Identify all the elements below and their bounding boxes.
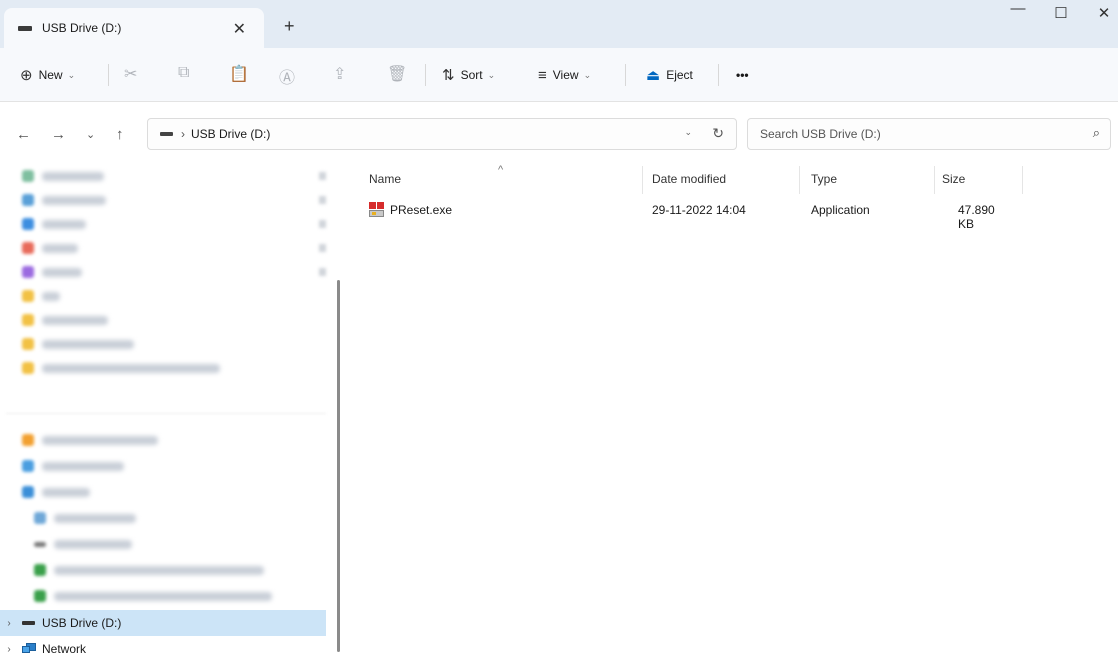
refresh-icon[interactable]: ↻ [712, 125, 724, 142]
blurred-tree-item[interactable] [34, 508, 324, 528]
divider [425, 64, 426, 86]
application-icon [369, 202, 385, 218]
divider [6, 413, 326, 414]
sidebar-item-label: USB Drive (D:) [42, 616, 122, 630]
blurred-quick-access-item[interactable] [22, 262, 326, 282]
up-arrow-icon[interactable]: ↑ [116, 126, 124, 143]
forward-arrow-icon[interactable]: → [51, 126, 66, 143]
paste-icon[interactable]: 📋 [229, 64, 249, 84]
tab-usb-drive[interactable]: USB Drive (D:) ✕ [4, 8, 264, 48]
network-icon [22, 643, 36, 655]
column-header-type[interactable]: Type [811, 172, 837, 186]
sidebar-item-usb-drive[interactable]: › USB Drive (D:) [0, 610, 326, 636]
blurred-quick-access-item[interactable] [22, 190, 326, 210]
address-row: ← → ⌄ ↑ › USB Drive (D:) ⌄ ↻ ⌕ [0, 102, 1118, 160]
share-icon[interactable]: ⇪ [333, 64, 346, 84]
column-divider[interactable] [642, 166, 643, 194]
file-date-modified: 29-11-2022 14:04 [652, 203, 746, 217]
expand-chevron-icon[interactable]: › [0, 618, 18, 629]
blurred-quick-access-item[interactable] [22, 238, 326, 258]
blurred-folder-item[interactable] [22, 358, 322, 378]
search-input[interactable] [748, 119, 1068, 149]
chevron-down-icon: ⌄ [67, 69, 76, 80]
sidebar-item-network[interactable]: › Network [0, 636, 86, 657]
divider [108, 64, 109, 86]
eject-label: Eject [666, 68, 693, 82]
breadcrumb-usb-drive[interactable]: USB Drive (D:) [191, 127, 270, 141]
back-arrow-icon[interactable]: ← [16, 126, 31, 143]
blurred-folder-item[interactable] [22, 286, 322, 306]
maximize-button[interactable]: ☐ [1041, 4, 1081, 22]
drive-icon [160, 132, 173, 136]
search-box[interactable]: ⌕ [747, 118, 1111, 150]
rename-icon[interactable]: Ⓐ [279, 64, 295, 88]
column-divider[interactable] [1022, 166, 1023, 194]
tab-title: USB Drive (D:) [42, 21, 122, 35]
chevron-down-icon[interactable]: ⌄ [684, 127, 692, 138]
sort-label: Sort [460, 68, 483, 82]
blurred-folder-item[interactable] [22, 310, 322, 330]
new-tab-button[interactable]: + [284, 16, 295, 37]
close-window-button[interactable]: ✕ [1084, 4, 1118, 22]
breadcrumb-separator: › [181, 127, 185, 141]
divider [718, 64, 719, 86]
plus-circle-icon: ⊕ [20, 67, 33, 84]
blurred-tree-item[interactable] [22, 456, 322, 476]
blurred-quick-access-item[interactable] [22, 214, 326, 234]
command-bar: ⊕ New ⌄ ✂ ⧉ 📋 Ⓐ ⇪ 🗑 ⇅ Sort ⌄ ≡ View ⌄ ⏏ … [0, 48, 1118, 102]
blurred-folder-item[interactable] [22, 334, 322, 354]
chevron-down-icon: ⌄ [583, 69, 592, 80]
column-header-date-modified[interactable]: Date modified [652, 172, 726, 186]
file-size: 47.890 KB [958, 203, 995, 231]
chevron-down-icon: ⌄ [487, 69, 496, 80]
blurred-tree-item[interactable] [34, 586, 324, 606]
blurred-tree-item[interactable] [34, 534, 324, 554]
blurred-tree-item[interactable] [22, 482, 322, 502]
column-header-size[interactable]: Size [942, 172, 965, 186]
file-list: ^ Name Date modified Type Size PReset.ex… [346, 160, 1118, 657]
column-divider[interactable] [799, 166, 800, 194]
expand-chevron-icon[interactable]: › [0, 644, 18, 655]
sidebar-item-label: Network [42, 642, 87, 656]
divider [625, 64, 626, 86]
sidebar-scrollbar[interactable] [337, 280, 340, 652]
delete-icon[interactable]: 🗑 [387, 64, 407, 84]
eject-button[interactable]: ⏏ Eject [646, 62, 693, 88]
sort-ascending-icon: ^ [498, 164, 504, 176]
file-type: Application [811, 203, 870, 217]
more-options-button[interactable]: ••• [736, 62, 749, 88]
view-label: View [552, 68, 579, 82]
search-icon[interactable]: ⌕ [1093, 125, 1100, 141]
drive-icon [18, 25, 32, 31]
drive-icon [22, 621, 35, 625]
column-header-name[interactable]: Name [369, 172, 401, 186]
column-divider[interactable] [934, 166, 935, 194]
eject-icon: ⏏ [646, 67, 661, 84]
copy-icon[interactable]: ⧉ [178, 64, 189, 82]
new-button[interactable]: ⊕ New ⌄ [20, 62, 75, 88]
cut-icon[interactable]: ✂ [124, 64, 137, 84]
close-tab-icon[interactable]: ✕ [233, 19, 246, 39]
blurred-tree-item[interactable] [34, 560, 324, 580]
minimize-button[interactable]: — [998, 0, 1038, 17]
file-name: PReset.exe [390, 203, 453, 217]
address-bar[interactable]: › USB Drive (D:) ⌄ ↻ [147, 118, 737, 150]
sort-button[interactable]: ⇅ Sort ⌄ [442, 62, 495, 88]
navigation-pane: › USB Drive (D:) › Network [0, 160, 346, 657]
view-icon: ≡ [538, 66, 547, 84]
blurred-tree-item[interactable] [22, 430, 322, 450]
file-row[interactable]: PReset.exe 29-11-2022 14:04 Application … [366, 198, 1006, 231]
recent-locations-icon[interactable]: ⌄ [86, 128, 95, 141]
title-bar: USB Drive (D:) ✕ + — ☐ ✕ [0, 0, 1118, 48]
view-button[interactable]: ≡ View ⌄ [538, 62, 591, 88]
blurred-quick-access-item[interactable] [22, 166, 326, 186]
sort-icon: ⇅ [442, 67, 455, 84]
new-label: New [38, 68, 63, 82]
